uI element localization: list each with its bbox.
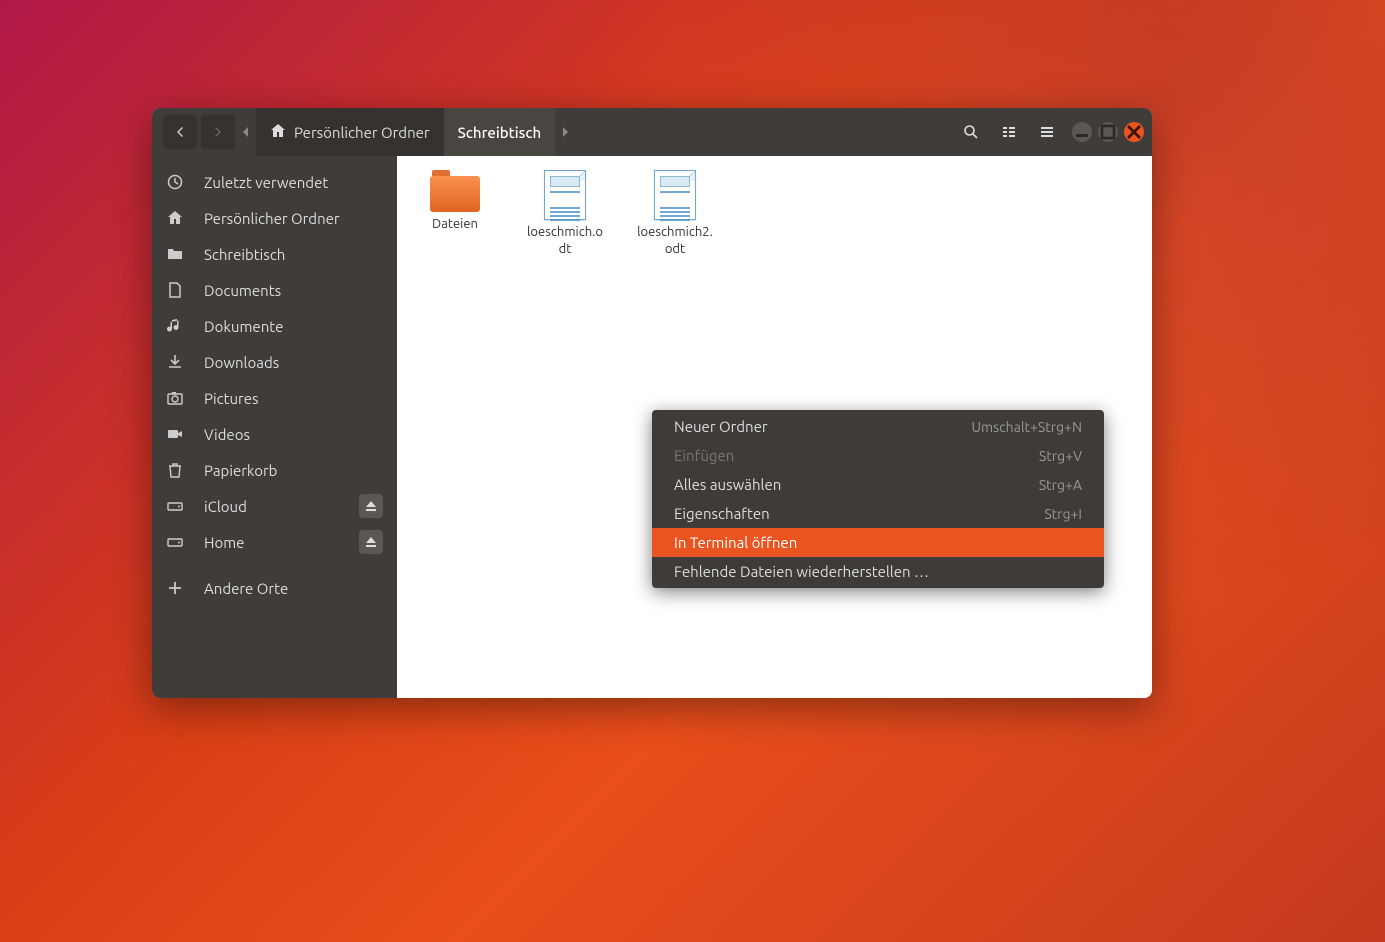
sidebar-item-label: Pictures (204, 390, 383, 407)
clock-icon (166, 174, 184, 190)
file-name-label: Dateien (432, 216, 478, 233)
context-menu-item: Einfügen Strg+V (652, 441, 1104, 470)
close-button[interactable] (1124, 122, 1144, 142)
drive-icon (166, 534, 184, 550)
context-menu-shortcut: Strg+I (1044, 506, 1082, 522)
breadcrumb-current[interactable]: Schreibtisch (444, 108, 556, 156)
sidebar-item-videos[interactable]: Videos (152, 416, 397, 452)
context-menu: Neuer Ordner Umschalt+Strg+N Einfügen Strg+… (652, 410, 1104, 588)
sidebar-item-pictures[interactable]: Pictures (152, 380, 397, 416)
file-grid: Dateien loeschmich.odt loeschmich2.odt (415, 170, 1134, 258)
path-chevron-left-icon (236, 124, 256, 140)
video-icon (166, 426, 184, 442)
drive-icon (166, 498, 184, 514)
minimize-button[interactable] (1072, 122, 1092, 142)
download-icon (166, 354, 184, 370)
sidebar-item-documents[interactable]: Documents (152, 272, 397, 308)
back-button[interactable] (163, 115, 197, 149)
sidebar-item-andere-orte[interactable]: Andere Orte (152, 570, 397, 606)
sidebar-item-papierkorb[interactable]: Papierkorb (152, 452, 397, 488)
file-item[interactable]: Dateien (415, 170, 495, 258)
sidebar-item-downloads[interactable]: Downloads (152, 344, 397, 380)
home-icon (166, 210, 184, 226)
sidebar-item-label: Documents (204, 282, 383, 299)
document-icon (544, 170, 586, 220)
sidebar-item-schreibtisch[interactable]: Schreibtisch (152, 236, 397, 272)
context-menu-label: Alles auswählen (674, 476, 781, 493)
context-menu-shortcut: Umschalt+Strg+N (971, 419, 1082, 435)
folder-icon (430, 170, 480, 212)
sidebar-item-home[interactable]: Home (152, 524, 397, 560)
sidebar-item-label: Home (204, 534, 339, 551)
sidebar-item-persönlicher-ordner[interactable]: Persönlicher Ordner (152, 200, 397, 236)
sidebar: Zuletzt verwendet Persönlicher Ordner Schr… (152, 156, 397, 698)
document-icon (166, 282, 184, 298)
context-menu-item[interactable]: Eigenschaften Strg+I (652, 499, 1104, 528)
context-menu-label: Eigenschaften (674, 505, 770, 522)
plus-icon (166, 580, 184, 596)
context-menu-label: Neuer Ordner (674, 418, 768, 435)
sidebar-item-label: Persönlicher Ordner (204, 210, 383, 227)
breadcrumb-current-label: Schreibtisch (458, 124, 542, 141)
folder-icon (166, 246, 184, 262)
file-item[interactable]: loeschmich2.odt (635, 170, 715, 258)
file-item[interactable]: loeschmich.odt (525, 170, 605, 258)
sidebar-item-label: Schreibtisch (204, 246, 383, 263)
document-icon (654, 170, 696, 220)
sidebar-item-label: Videos (204, 426, 383, 443)
music-icon (166, 318, 184, 334)
context-menu-shortcut: Strg+V (1039, 448, 1082, 464)
sidebar-item-label: iCloud (204, 498, 339, 515)
trash-icon (166, 462, 184, 478)
context-menu-item[interactable]: In Terminal öffnen (652, 528, 1104, 557)
file-name-label: loeschmich2.odt (635, 224, 715, 258)
titlebar: Persönlicher Ordner Schreibtisch (152, 108, 1152, 156)
context-menu-label: Fehlende Dateien wiederherstellen … (674, 563, 929, 580)
view-toggle-button[interactable] (990, 113, 1028, 151)
sidebar-item-zuletzt-verwendet[interactable]: Zuletzt verwendet (152, 164, 397, 200)
sidebar-item-label: Dokumente (204, 318, 383, 335)
sidebar-item-label: Zuletzt verwendet (204, 174, 383, 191)
context-menu-label: Einfügen (674, 447, 734, 464)
context-menu-item[interactable]: Fehlende Dateien wiederherstellen … (652, 557, 1104, 586)
context-menu-item[interactable]: Alles auswählen Strg+A (652, 470, 1104, 499)
eject-button[interactable] (359, 494, 383, 518)
path-chevron-right-icon (555, 124, 575, 140)
breadcrumb-parent-label: Persönlicher Ordner (294, 124, 430, 141)
home-icon (270, 123, 286, 142)
sidebar-item-label: Papierkorb (204, 462, 383, 479)
sidebar-item-label: Andere Orte (204, 580, 383, 597)
sidebar-item-label: Downloads (204, 354, 383, 371)
context-menu-item[interactable]: Neuer Ordner Umschalt+Strg+N (652, 412, 1104, 441)
forward-button[interactable] (201, 115, 235, 149)
context-menu-shortcut: Strg+A (1039, 477, 1082, 493)
file-name-label: loeschmich.odt (525, 224, 605, 258)
camera-icon (166, 390, 184, 406)
search-button[interactable] (952, 113, 990, 151)
eject-button[interactable] (359, 530, 383, 554)
context-menu-label: In Terminal öffnen (674, 534, 797, 551)
breadcrumb-home[interactable]: Persönlicher Ordner (256, 108, 444, 156)
hamburger-menu-button[interactable] (1028, 113, 1066, 151)
sidebar-item-dokumente[interactable]: Dokumente (152, 308, 397, 344)
maximize-button[interactable] (1098, 122, 1118, 142)
sidebar-item-icloud[interactable]: iCloud (152, 488, 397, 524)
file-manager-window: Persönlicher Ordner Schreibtisch Zuletzt… (152, 108, 1152, 698)
